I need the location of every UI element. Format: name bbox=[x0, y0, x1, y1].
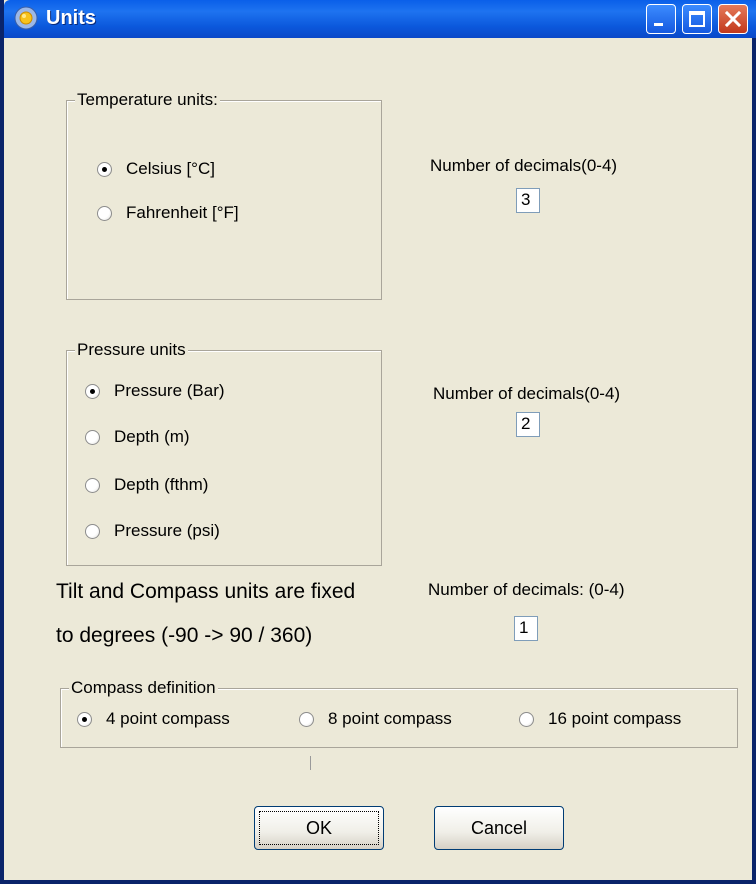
radio-label: Fahrenheit [°F] bbox=[126, 203, 239, 222]
radio-indicator bbox=[519, 711, 534, 727]
pressure-decimals-label: Number of decimals(0-4) bbox=[433, 384, 621, 403]
close-button[interactable] bbox=[718, 4, 748, 34]
radio-label: Pressure (Bar) bbox=[114, 381, 225, 400]
radio-selected-indicator bbox=[85, 383, 100, 399]
tilt-compass-info-line2: to degrees (-90 -> 90 / 360) bbox=[56, 624, 313, 647]
ok-button[interactable]: OK bbox=[254, 806, 384, 850]
tilt-decimals-input[interactable]: 1 bbox=[514, 616, 538, 641]
radio-label: 16 point compass bbox=[548, 709, 682, 728]
radio-label: 8 point compass bbox=[328, 709, 452, 728]
radio-4-point-compass[interactable]: 4 point compass bbox=[77, 709, 230, 729]
radio-fahrenheit[interactable]: Fahrenheit [°F] bbox=[97, 203, 239, 223]
pressure-units-legend: Pressure units bbox=[75, 340, 188, 360]
radio-indicator bbox=[85, 429, 100, 445]
radio-label: Depth (fthm) bbox=[114, 475, 209, 494]
maximize-button[interactable] bbox=[682, 4, 712, 34]
radio-indicator bbox=[85, 523, 100, 539]
minimize-icon bbox=[654, 23, 663, 26]
compass-definition-group: Compass definition 4 point compass 8 poi… bbox=[60, 678, 738, 748]
radio-selected-indicator bbox=[97, 161, 112, 177]
radio-8-point-compass[interactable]: 8 point compass bbox=[299, 709, 452, 729]
radio-label: Celsius [°C] bbox=[126, 159, 215, 178]
compass-definition-legend: Compass definition bbox=[69, 678, 218, 698]
radio-indicator bbox=[85, 477, 100, 493]
minimize-button[interactable] bbox=[646, 4, 676, 34]
radio-indicator bbox=[97, 205, 112, 221]
radio-celsius[interactable]: Celsius [°C] bbox=[97, 159, 215, 179]
sun-icon bbox=[14, 6, 38, 30]
units-dialog: Units Temperature units: Celsius [°C] Fa… bbox=[0, 0, 756, 884]
radio-label: Depth (m) bbox=[114, 427, 190, 446]
radio-selected-indicator bbox=[77, 711, 92, 727]
temperature-decimals-label: Number of decimals(0-4) bbox=[430, 156, 618, 175]
tilt-decimals-label: Number of decimals: (0-4) bbox=[428, 580, 625, 599]
temperature-decimals-input[interactable]: 3 bbox=[516, 188, 540, 213]
radio-16-point-compass[interactable]: 16 point compass bbox=[519, 709, 681, 729]
radio-label: Pressure (psi) bbox=[114, 521, 220, 540]
pressure-decimals-input[interactable]: 2 bbox=[516, 412, 540, 437]
temperature-units-group: Temperature units: Celsius [°C] Fahrenhe… bbox=[66, 90, 382, 300]
temperature-units-legend: Temperature units: bbox=[75, 90, 220, 110]
radio-label: 4 point compass bbox=[106, 709, 230, 728]
close-icon bbox=[724, 10, 742, 28]
maximize-icon bbox=[689, 11, 705, 27]
radio-indicator bbox=[299, 711, 314, 727]
radio-depth-m[interactable]: Depth (m) bbox=[85, 427, 190, 447]
cancel-button-label: Cancel bbox=[470, 817, 528, 838]
divider-tick bbox=[310, 756, 311, 770]
tilt-compass-info-line1: Tilt and Compass units are fixed bbox=[56, 580, 356, 603]
window-title: Units bbox=[46, 7, 96, 29]
cancel-button[interactable]: Cancel bbox=[434, 806, 564, 850]
radio-pressure-bar[interactable]: Pressure (Bar) bbox=[85, 381, 225, 401]
dialog-client-area: Temperature units: Celsius [°C] Fahrenhe… bbox=[8, 38, 756, 884]
title-bar[interactable]: Units bbox=[4, 0, 756, 38]
pressure-units-group: Pressure units Pressure (Bar) Depth (m) … bbox=[66, 340, 382, 566]
ok-button-label: OK bbox=[305, 817, 332, 838]
radio-pressure-psi[interactable]: Pressure (psi) bbox=[85, 521, 220, 541]
radio-depth-fthm[interactable]: Depth (fthm) bbox=[85, 475, 208, 495]
